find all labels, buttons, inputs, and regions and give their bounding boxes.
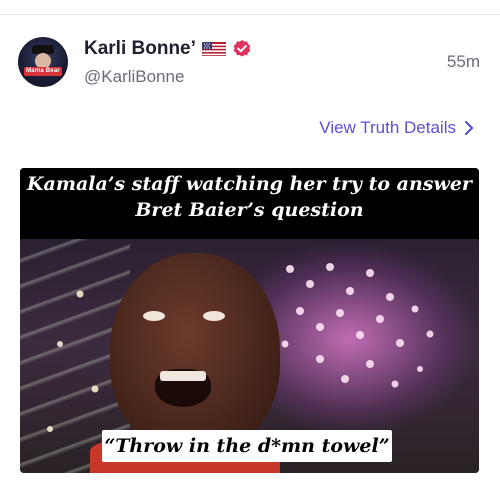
teeth	[160, 371, 206, 381]
post-timestamp: 55m	[446, 52, 480, 71]
man-face	[110, 253, 280, 453]
us-flag-icon	[201, 42, 226, 56]
avatar-ribbon-text: Mama Bear	[24, 67, 62, 76]
meme-caption-top: Kamala’s staff watching her try to answe…	[20, 168, 479, 239]
view-truth-details-label: View Truth Details	[319, 118, 456, 137]
author-name[interactable]: Karli Bonne’	[84, 38, 196, 60]
meme-caption-bottom: “Throw in the d*mn towel”	[102, 430, 392, 462]
right-eye	[203, 311, 225, 321]
view-truth-details-link[interactable]: View Truth Details	[319, 118, 474, 138]
left-eye	[143, 311, 165, 321]
author-row: Karli Bonne’	[84, 38, 252, 60]
verified-badge-icon	[233, 40, 251, 57]
author-handle[interactable]: @KarliBonne	[84, 67, 184, 87]
top-divider	[0, 14, 500, 15]
post-media-image[interactable]: Kamala’s staff watching her try to answe…	[20, 168, 479, 473]
chevron-right-icon	[464, 120, 474, 136]
avatar[interactable]: Mama Bear	[18, 37, 68, 87]
